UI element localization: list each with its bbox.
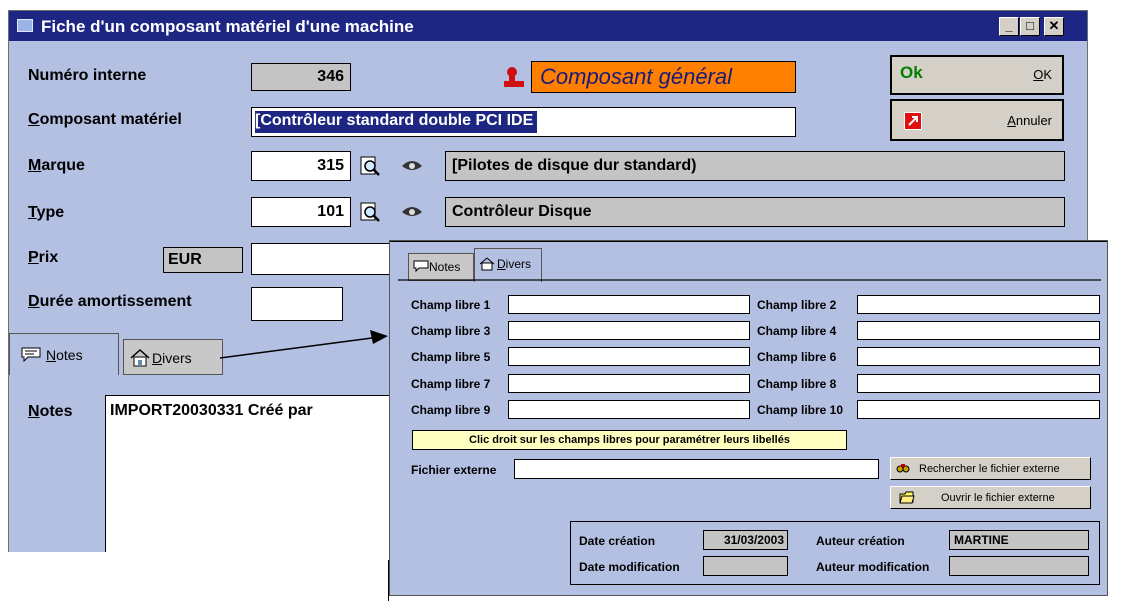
callout-arrow (219, 330, 388, 359)
